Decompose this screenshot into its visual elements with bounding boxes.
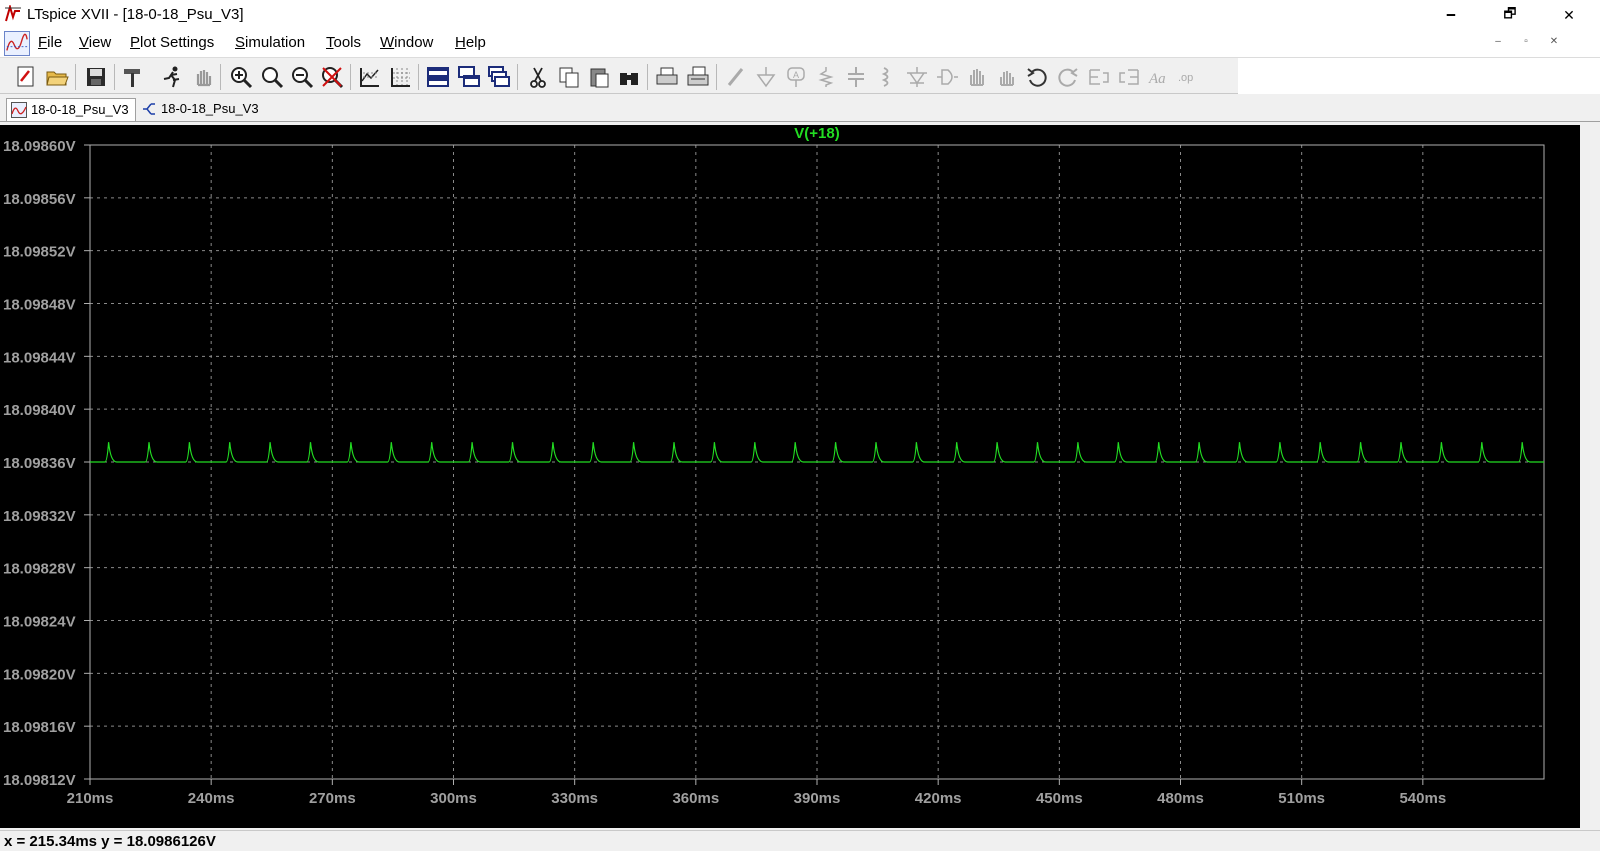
grid-icon[interactable] bbox=[389, 65, 413, 89]
diode-icon[interactable] bbox=[905, 65, 929, 89]
y-tick-label: 18.09836V bbox=[3, 455, 76, 472]
y-tick-label: 18.09848V bbox=[3, 297, 76, 314]
mdi-minimize-button[interactable]: – bbox=[1489, 36, 1507, 52]
y-tick-label: 18.09844V bbox=[3, 349, 76, 366]
x-tick-label: 420ms bbox=[915, 790, 962, 807]
autorange-icon[interactable] bbox=[358, 65, 382, 89]
menu-plot-settings[interactable]: Plot Settings bbox=[130, 34, 214, 51]
y-tick-label: 18.09832V bbox=[3, 508, 76, 525]
y-tick-label: 18.09856V bbox=[3, 191, 76, 208]
cut-icon[interactable] bbox=[526, 65, 550, 89]
y-tick-label: 18.09812V bbox=[3, 772, 76, 789]
print-preview-icon[interactable] bbox=[686, 65, 710, 89]
menu-tools[interactable]: Tools bbox=[326, 34, 361, 51]
y-tick-label: 18.09828V bbox=[3, 561, 76, 578]
toolbar: A Aa .op bbox=[0, 57, 1600, 94]
drag-icon[interactable] bbox=[995, 65, 1019, 89]
x-tick-label: 210ms bbox=[67, 790, 114, 807]
trace-label-v-plus18[interactable]: V(+18) bbox=[794, 125, 839, 142]
status-bar: x = 215.34ms y = 18.0986126V bbox=[0, 830, 1600, 851]
zoom-out-icon[interactable] bbox=[290, 65, 314, 89]
menu-simulation[interactable]: Simulation bbox=[235, 34, 305, 51]
paste-icon[interactable] bbox=[587, 65, 611, 89]
window-title: LTspice XVII - [18-0-18_Psu_V3] bbox=[27, 6, 244, 23]
minimize-button[interactable]: 🗕 bbox=[1428, 0, 1474, 30]
capacitor-icon[interactable] bbox=[844, 65, 868, 89]
spice-directive-icon[interactable]: .op bbox=[1177, 65, 1201, 89]
tile-vertical-icon[interactable] bbox=[457, 65, 481, 89]
mirror-icon[interactable] bbox=[1117, 65, 1141, 89]
x-tick-label: 360ms bbox=[672, 790, 719, 807]
move-icon[interactable] bbox=[965, 65, 989, 89]
svg-text:Aa: Aa bbox=[1148, 71, 1166, 87]
label-icon[interactable]: A bbox=[784, 65, 808, 89]
menu-view[interactable]: View bbox=[79, 34, 111, 51]
tab-waveform-label: 18-0-18_Psu_V3 bbox=[31, 102, 129, 117]
new-schematic-icon[interactable] bbox=[14, 65, 38, 89]
waveform-icon bbox=[11, 102, 27, 118]
menu-help[interactable]: Help bbox=[455, 34, 486, 51]
waveform-plot-pane[interactable]: 18.09860V 18.09856V 18.09852V 18.09848V 18.0… bbox=[0, 125, 1580, 828]
mdi-close-button[interactable]: ✕ bbox=[1545, 36, 1563, 52]
x-tick-label: 390ms bbox=[794, 790, 841, 807]
resistor-icon[interactable] bbox=[814, 65, 838, 89]
rotate-icon[interactable] bbox=[1087, 65, 1111, 89]
wire-icon[interactable] bbox=[724, 65, 748, 89]
cursor-readout: x = 215.34ms y = 18.0986126V bbox=[4, 833, 216, 850]
menu-bar: File View Plot Settings Simulation Tools… bbox=[0, 30, 1600, 57]
title-bar: LTspice XVII - [18-0-18_Psu_V3] 🗕 🗗 ✕ bbox=[0, 0, 1600, 30]
open-folder-icon[interactable] bbox=[45, 65, 69, 89]
inductor-icon[interactable] bbox=[874, 65, 898, 89]
plot-window-icon[interactable] bbox=[4, 31, 30, 56]
mdi-restore-button[interactable]: ▫ bbox=[1517, 36, 1535, 52]
tab-schematic-label: 18-0-18_Psu_V3 bbox=[161, 101, 259, 116]
waveform-chart[interactable]: 18.09860V 18.09856V 18.09852V 18.09848V 18.0… bbox=[0, 125, 1580, 828]
pan-hand-icon[interactable] bbox=[191, 65, 215, 89]
tab-waveform[interactable]: 18-0-18_Psu_V3 bbox=[6, 98, 136, 121]
undo-icon[interactable] bbox=[1025, 65, 1049, 89]
x-tick-label: 510ms bbox=[1278, 790, 1325, 807]
x-tick-label: 240ms bbox=[188, 790, 235, 807]
component-icon[interactable] bbox=[935, 65, 959, 89]
copy-icon[interactable] bbox=[557, 65, 581, 89]
svg-text:.op: .op bbox=[1178, 72, 1193, 84]
x-tick-label: 330ms bbox=[551, 790, 598, 807]
y-tick-label: 18.09840V bbox=[3, 402, 76, 419]
y-tick-label: 18.09852V bbox=[3, 244, 76, 261]
zoom-cancel-icon[interactable] bbox=[320, 65, 344, 89]
hammer-icon[interactable] bbox=[121, 65, 145, 89]
x-tick-label: 540ms bbox=[1399, 790, 1446, 807]
schematic-icon bbox=[143, 103, 155, 115]
redo-icon[interactable] bbox=[1056, 65, 1080, 89]
run-icon[interactable] bbox=[160, 65, 184, 89]
y-tick-label: 18.09860V bbox=[3, 138, 76, 155]
maximize-button[interactable]: 🗗 bbox=[1487, 0, 1533, 30]
close-button[interactable]: ✕ bbox=[1546, 0, 1592, 30]
find-icon[interactable] bbox=[617, 65, 641, 89]
y-tick-label: 18.09816V bbox=[3, 719, 76, 736]
y-tick-label: 18.09820V bbox=[3, 666, 76, 683]
trace-v-plus18[interactable] bbox=[90, 442, 1544, 463]
tile-horizontal-icon[interactable] bbox=[426, 65, 450, 89]
cascade-icon[interactable] bbox=[487, 65, 511, 89]
ground-icon[interactable] bbox=[754, 65, 778, 89]
menu-file[interactable]: File bbox=[38, 34, 62, 51]
print-icon[interactable] bbox=[655, 65, 679, 89]
menu-window[interactable]: Window bbox=[380, 34, 433, 51]
x-tick-label: 300ms bbox=[430, 790, 477, 807]
y-tick-label: 18.09824V bbox=[3, 614, 76, 631]
x-tick-label: 270ms bbox=[309, 790, 356, 807]
save-icon[interactable] bbox=[84, 65, 108, 89]
x-tick-label: 480ms bbox=[1157, 790, 1204, 807]
zoom-area-icon[interactable] bbox=[260, 65, 284, 89]
x-tick-label: 450ms bbox=[1036, 790, 1083, 807]
zoom-in-icon[interactable] bbox=[229, 65, 253, 89]
tab-schematic[interactable]: 18-0-18_Psu_V3 bbox=[137, 98, 265, 121]
text-icon[interactable]: Aa bbox=[1147, 65, 1171, 89]
window-edge bbox=[1580, 125, 1600, 828]
ltspice-app-icon[interactable] bbox=[4, 5, 22, 23]
svg-text:A: A bbox=[793, 70, 799, 80]
tab-bar: 18-0-18_Psu_V3 18-0-18_Psu_V3 bbox=[0, 95, 1600, 122]
